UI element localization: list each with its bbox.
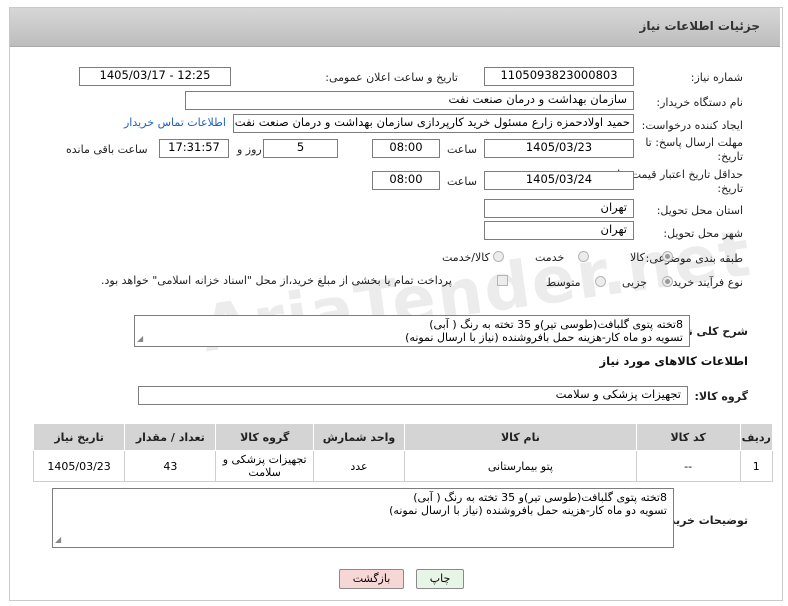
category-label: طبقه بندی موضوعی:	[645, 252, 743, 265]
province-label: استان محل تحویل:	[656, 204, 743, 217]
back-button[interactable]: بازگشت	[339, 569, 404, 589]
price-validity-date-field[interactable]: 1405/03/24	[484, 171, 634, 190]
buyer-notes-line-1: 8تخته پتوی گلبافت(طوسی تیر)و 35 تخته به …	[413, 491, 667, 504]
goods-table-header: ردیف کد کالا نام کالا واحد شمارش گروه کا…	[32, 423, 774, 451]
process-option-medium: متوسط	[546, 276, 581, 289]
col-qty: تعداد / مقدار	[124, 423, 217, 451]
cell-group: تجهیزات پزشکی و سلامت	[215, 450, 314, 482]
col-unit: واحد شمارش	[312, 423, 406, 451]
category-option-goods: کالا	[630, 251, 645, 264]
price-validity-time-label: ساعت	[447, 175, 477, 188]
panel-header: جزئیات اطلاعات نیاز	[10, 8, 780, 47]
description-line-2: تسویه دو ماه کار-هزینه حمل بافروشنده (نی…	[405, 331, 683, 344]
days-label: روز و	[237, 143, 262, 156]
buyer-org-field[interactable]: سازمان بهداشت و درمان صنعت نفت	[185, 91, 634, 110]
col-row: ردیف	[739, 423, 774, 451]
category-radio-goods[interactable]	[662, 251, 673, 262]
need-number-label: شماره نیاز:	[690, 71, 743, 84]
need-number-field[interactable]: 1105093823000803	[484, 67, 634, 86]
city-field[interactable]: تهران	[484, 221, 634, 240]
col-group: گروه کالا	[215, 423, 314, 451]
goods-group-field[interactable]: تجهیزات پزشکی و سلامت	[138, 386, 688, 405]
process-label: نوع فرآیند خرید :	[665, 276, 743, 289]
cell-name: پتو بیمارستانی	[404, 450, 637, 482]
col-name: نام کالا	[404, 423, 637, 451]
deadline-label: مهلت ارسال پاسخ: تا تاریخ:	[645, 136, 743, 163]
cell-unit: عدد	[312, 450, 406, 482]
process-radio-minor[interactable]	[662, 276, 673, 287]
cell-code: --	[635, 450, 741, 482]
requester-field[interactable]: حمید اولادحمزه زارع مسئول خرید کارپردازی…	[233, 114, 634, 133]
description-line-1: 8تخته پتوی گلبافت(طوسی تیر)و 35 تخته به …	[429, 318, 683, 331]
goods-table: ردیف کد کالا نام کالا واحد شمارش گروه کا…	[32, 423, 774, 482]
col-code: کد کالا	[635, 423, 741, 451]
city-label: شهر محل تحویل:	[663, 227, 743, 240]
category-radio-goods-service[interactable]	[493, 251, 504, 262]
panel-title: جزئیات اطلاعات نیاز	[639, 19, 760, 33]
category-option-service: خدمت	[535, 251, 565, 264]
process-radio-medium[interactable]	[595, 276, 606, 287]
process-note: پرداخت تمام یا بخشی از مبلغ خرید،از محل …	[101, 274, 452, 287]
remaining-time-field[interactable]: 17:31:57	[159, 139, 229, 158]
goods-section-title: اطلاعات کالاهای مورد نیاز	[599, 354, 748, 368]
cell-row: 1	[739, 450, 774, 482]
col-date: تاریخ نیاز	[32, 423, 126, 451]
days-field[interactable]: 5	[263, 139, 338, 158]
deadline-date-field[interactable]: 1405/03/23	[484, 139, 634, 158]
description-textarea[interactable]: 8تخته پتوی گلبافت(طوسی تیر)و 35 تخته به …	[134, 315, 690, 347]
deadline-time-label: ساعت	[447, 143, 477, 156]
province-field[interactable]: تهران	[484, 199, 634, 218]
buyer-notes-line-2: تسویه دو ماه کار-هزینه حمل بافروشنده (نی…	[389, 504, 667, 517]
category-radio-service[interactable]	[578, 251, 589, 262]
goods-group-label: گروه کالا:	[694, 390, 748, 403]
table-row[interactable]: 1 -- پتو بیمارستانی عدد تجهیزات پزشکی و …	[32, 450, 774, 482]
category-option-goods-service: کالا/خدمت	[442, 251, 490, 264]
cell-date: 1405/03/23	[32, 450, 126, 482]
announce-field[interactable]: 1405/03/17 - 12:25	[79, 67, 231, 86]
print-button[interactable]: چاپ	[416, 569, 464, 589]
price-validity-time-field[interactable]: 08:00	[372, 171, 440, 190]
deadline-time-field[interactable]: 08:00	[372, 139, 440, 158]
cell-qty: 43	[124, 450, 217, 482]
contact-info-link[interactable]: اطلاعات تماس خریدار	[124, 116, 226, 129]
announce-label: تاریخ و ساعت اعلان عمومی:	[325, 71, 458, 84]
treasury-checkbox[interactable]	[497, 275, 508, 286]
buyer-org-label: نام دستگاه خریدار:	[656, 96, 743, 109]
requester-label: ایجاد کننده درخواست:	[641, 119, 743, 132]
remaining-label: ساعت باقی مانده	[66, 143, 148, 156]
resize-handle-icon[interactable]: ◢	[137, 332, 143, 345]
buyer-notes-textarea[interactable]: 8تخته پتوی گلبافت(طوسی تیر)و 35 تخته به …	[52, 488, 674, 548]
resize-handle-icon[interactable]: ◢	[55, 533, 61, 546]
process-option-minor: جزیی	[622, 276, 648, 289]
